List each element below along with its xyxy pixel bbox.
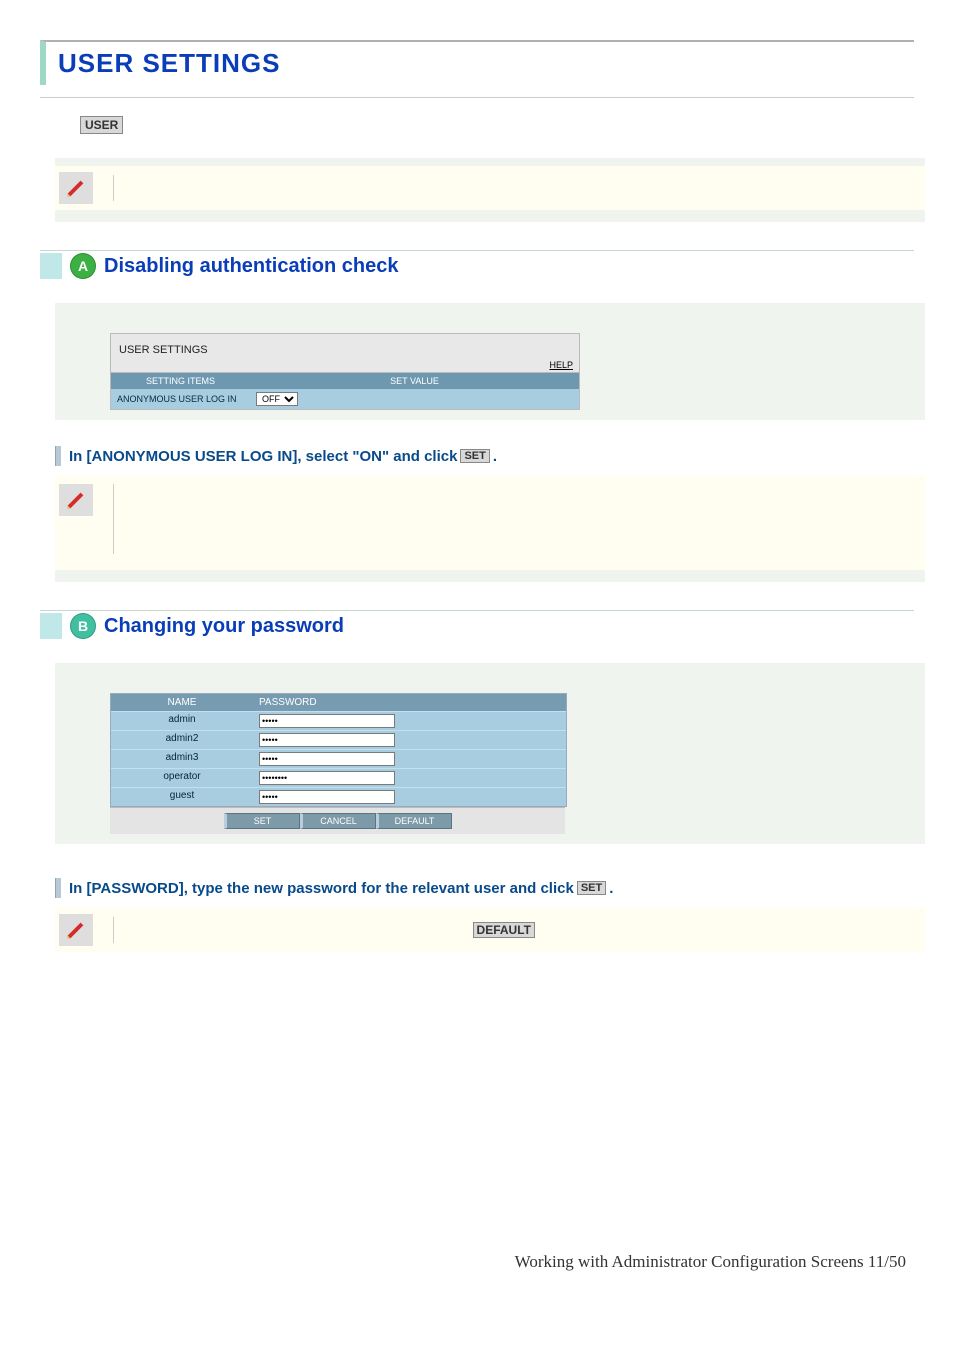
shade: [55, 210, 925, 222]
period: .: [493, 448, 497, 465]
user-settings-panel: USER SETTINGS HELP SETTING ITEMS SET VAL…: [110, 333, 580, 410]
section-marker: [40, 253, 62, 279]
vbar: [113, 917, 114, 943]
inline-set-button-a[interactable]: SET: [460, 449, 489, 463]
vbar: [113, 484, 114, 554]
cancel-button[interactable]: CANCEL: [300, 813, 376, 829]
instruct-bar: [55, 446, 61, 466]
password-button-row: SET CANCEL DEFAULT: [110, 807, 565, 834]
tab-user[interactable]: USER: [80, 116, 123, 134]
name-cell: guest: [111, 788, 253, 806]
divider: [40, 97, 914, 98]
password-input-admin[interactable]: [259, 714, 395, 728]
pencil-icon: [59, 914, 93, 946]
table-row: admin: [111, 711, 566, 730]
page-footer: Working with Administrator Configuration…: [0, 1252, 906, 1272]
tab-row: USER: [80, 116, 914, 134]
default-inline-button[interactable]: DEFAULT: [473, 922, 535, 938]
note-band-2: [55, 476, 925, 570]
section-a-title: Disabling authentication check: [104, 255, 399, 278]
shade: [55, 158, 925, 166]
name-cell: admin3: [111, 750, 253, 768]
vbar: [113, 175, 114, 201]
help-link[interactable]: HELP: [549, 360, 573, 370]
page-title: USER SETTINGS: [54, 48, 914, 79]
instruction-b-text: In [PASSWORD], type the new password for…: [69, 880, 574, 897]
table-row: operator: [111, 768, 566, 787]
instruction-a-text: In [ANONYMOUS USER LOG IN], select "ON" …: [69, 448, 457, 465]
period: .: [609, 880, 613, 897]
inline-set-button-b[interactable]: SET: [577, 881, 606, 895]
password-input-admin3[interactable]: [259, 752, 395, 766]
password-input-admin2[interactable]: [259, 733, 395, 747]
password-input-guest[interactable]: [259, 790, 395, 804]
instruction-b: In [PASSWORD], type the new password for…: [55, 878, 914, 898]
set-button[interactable]: SET: [224, 813, 300, 829]
table-row: admin3: [111, 749, 566, 768]
bubble-b: B: [70, 613, 96, 639]
anon-login-select[interactable]: OFF: [256, 392, 298, 406]
note-band-3: DEFAULT: [55, 908, 925, 952]
bubble-a: A: [70, 253, 96, 279]
instruct-bar: [55, 878, 61, 898]
col-setting-items: SETTING ITEMS: [111, 373, 250, 389]
pencil-icon: [59, 484, 93, 516]
section-b-header: B Changing your password: [40, 610, 914, 639]
panel-a-container: USER SETTINGS HELP SETTING ITEMS SET VAL…: [55, 303, 925, 420]
panel-b-container: NAME PASSWORD admin admin2 admin3 operat…: [55, 663, 925, 844]
pencil-icon: [59, 172, 93, 204]
note-band-1: [55, 166, 925, 210]
section-a-header: A Disabling authentication check: [40, 250, 914, 279]
section-marker: [40, 613, 62, 639]
shade: [55, 570, 925, 582]
name-cell: admin: [111, 712, 253, 730]
row-anon-login-label: ANONYMOUS USER LOG IN: [111, 389, 250, 409]
name-cell: operator: [111, 769, 253, 787]
table-row: admin2: [111, 730, 566, 749]
col-name: NAME: [111, 694, 253, 711]
password-table: NAME PASSWORD admin admin2 admin3 operat…: [110, 693, 567, 807]
col-password: PASSWORD: [253, 694, 566, 711]
section-b-title: Changing your password: [104, 615, 344, 638]
page-title-bar: USER SETTINGS: [40, 40, 914, 85]
col-set-value: SET VALUE: [250, 373, 579, 389]
instruction-a: In [ANONYMOUS USER LOG IN], select "ON" …: [55, 446, 914, 466]
table-row: guest: [111, 787, 566, 806]
panel-title: USER SETTINGS: [119, 344, 208, 356]
password-input-operator[interactable]: [259, 771, 395, 785]
default-button[interactable]: DEFAULT: [376, 813, 452, 829]
name-cell: admin2: [111, 731, 253, 749]
